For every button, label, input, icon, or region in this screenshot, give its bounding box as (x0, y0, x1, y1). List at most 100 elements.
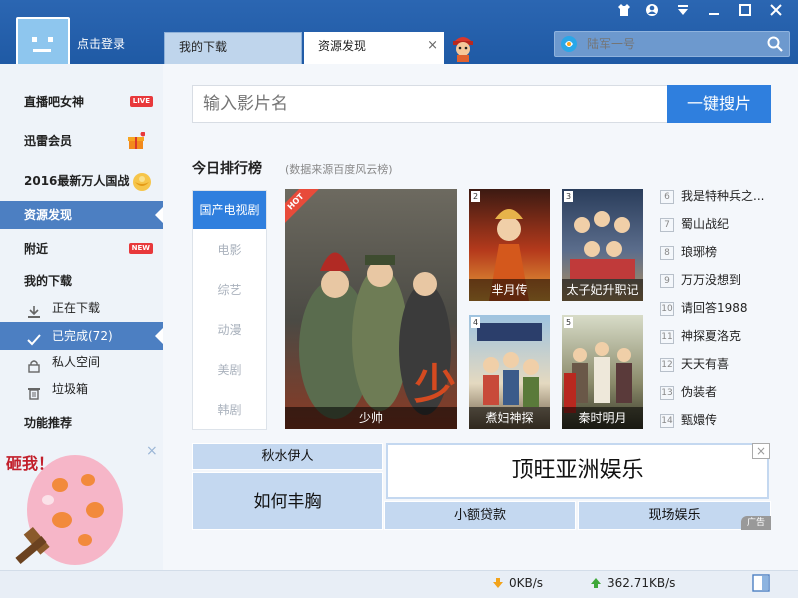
download-arrow-icon (590, 577, 602, 592)
ranking-item[interactable]: 13 伪装者 (660, 381, 780, 403)
ad-tag: 广告 (741, 516, 771, 530)
sidebar-item-label: 直播吧女神 (24, 95, 85, 109)
panel-toggle-icon[interactable] (752, 574, 770, 595)
ranking-item-title: 我是特种兵之... (681, 189, 765, 203)
sidebar-item-label: 迅雷会员 (24, 134, 73, 148)
sidebar-item-label: 正在下载 (52, 301, 101, 315)
sidebar-item-label: 已完成(72) (52, 329, 113, 343)
search-icon[interactable] (767, 36, 783, 52)
tab-close-icon[interactable]: × (427, 32, 438, 60)
maximize-icon[interactable] (735, 3, 755, 21)
rank-number: 11 (660, 329, 674, 344)
category-us-drama[interactable]: 美剧 (193, 351, 266, 389)
sidebar-item-completed[interactable]: 已完成(72) (0, 322, 163, 350)
tab-label: 我的下载 (179, 40, 228, 54)
sidebar-item-label: 私人空间 (52, 355, 101, 369)
mascot-icon[interactable] (450, 30, 476, 62)
ranking-title: 今日排行榜 (192, 161, 262, 177)
rank-number: 13 (660, 385, 674, 400)
ranking-item-title: 琅琊榜 (681, 245, 718, 259)
ad-link[interactable]: 小额贷款 (384, 501, 576, 530)
close-icon[interactable] (766, 3, 786, 21)
movie-search-input[interactable] (192, 85, 668, 123)
category-domestic-tv[interactable]: 国产电视剧 (193, 191, 266, 229)
avatar-eye (32, 37, 37, 42)
sidebar-item-label: 我的下载 (24, 274, 73, 288)
sidebar-item-nearby[interactable]: 附近 NEW (0, 235, 163, 263)
login-link[interactable]: 点击登录 (77, 35, 125, 52)
top-search-input[interactable] (587, 35, 757, 53)
poster-card[interactable]: 2 芈月传 (469, 189, 550, 301)
ranking-item-title: 神探夏洛克 (681, 329, 742, 343)
sidebar-item-trash[interactable]: 垃圾箱 (0, 375, 163, 403)
category-anime[interactable]: 动漫 (193, 311, 266, 349)
poster-card[interactable]: 4 煮妇神探 (469, 315, 550, 429)
trash-icon (27, 382, 41, 400)
ranking-item[interactable]: 10 请回答1988 (660, 297, 780, 319)
avatar[interactable] (16, 17, 70, 71)
ranking-item[interactable]: 6 我是特种兵之... (660, 185, 780, 207)
minimize-icon[interactable] (704, 3, 724, 21)
ranking-item-title: 甄嬛传 (681, 413, 718, 427)
rank-number: 10 (660, 301, 674, 316)
gift-icon (127, 131, 146, 160)
tab-label: 资源发现 (318, 39, 367, 53)
poster-title: 芈月传 (469, 279, 550, 301)
sidebar-item-my-downloads[interactable]: 我的下载 (0, 267, 163, 295)
top-search-box[interactable] (554, 31, 790, 57)
sidebar-item-downloading[interactable]: 正在下载 (0, 294, 163, 322)
poster-card[interactable]: 5 秦时明月 (562, 315, 643, 429)
poster-title: 秦时明月 (562, 407, 643, 429)
rank-number: 14 (660, 413, 674, 428)
ad-close-icon[interactable]: × (752, 443, 770, 459)
avatar-eye (48, 37, 53, 42)
avatar-mouth (33, 49, 51, 52)
sidebar-item-game[interactable]: 2016最新万人国战 (0, 167, 163, 195)
tab-my-downloads[interactable]: 我的下载 (164, 32, 302, 64)
rank-number: 12 (660, 357, 674, 372)
category-korean-drama[interactable]: 韩剧 (193, 391, 266, 429)
ad-banner[interactable]: 顶旺亚洲娱乐 (386, 443, 769, 499)
new-badge: NEW (128, 243, 153, 254)
ad-link[interactable]: 如何丰胸 (192, 472, 383, 530)
sidebar-item-label: 功能推荐 (24, 416, 73, 430)
shield-icon (559, 35, 579, 53)
quick-search-button[interactable]: 一键搜片 (667, 85, 771, 123)
promo-close-icon[interactable]: × (146, 443, 158, 459)
sidebar-item-label: 2016最新万人国战 (24, 174, 130, 188)
ranking-item-title: 请回答1988 (681, 301, 748, 315)
tab-resource-discovery[interactable]: 资源发现 × (304, 32, 444, 64)
poster-card[interactable]: 少 HOT 少帅 (285, 189, 457, 429)
category-variety[interactable]: 综艺 (193, 271, 266, 309)
poster-card[interactable]: 3 太子妃升职记 (562, 189, 643, 301)
ranking-item-title: 蜀山战纪 (681, 217, 730, 231)
ranking-item[interactable]: 9 万万没想到 (660, 269, 780, 291)
ranking-item[interactable]: 8 琅琊榜 (660, 241, 780, 263)
ranking-item[interactable]: 11 神探夏洛克 (660, 325, 780, 347)
category-list: 国产电视剧 电影 综艺 动漫 美剧 韩剧 (192, 190, 267, 430)
ranking-item[interactable]: 12 天天有喜 (660, 353, 780, 375)
account-icon[interactable] (642, 3, 662, 21)
sidebar-item-recommend[interactable]: 功能推荐 (0, 409, 163, 437)
sidebar-item-vip[interactable]: 迅雷会员 (0, 127, 163, 155)
shirt-icon[interactable] (614, 3, 634, 21)
rank-number: 2 (471, 191, 480, 202)
ranking-item[interactable]: 7 蜀山战纪 (660, 213, 780, 235)
category-movie[interactable]: 电影 (193, 231, 266, 269)
sidebar-item-live-girls[interactable]: 直播吧女神 LIVE (0, 88, 163, 116)
ranking-item[interactable]: 14 甄嬛传 (660, 409, 780, 431)
lock-icon (27, 355, 41, 373)
download-speed: 362.71KB/s (607, 576, 676, 590)
sidebar-item-resource-discovery[interactable]: 资源发现 (0, 201, 163, 229)
menu-icon[interactable] (673, 3, 693, 21)
poster-title: 太子妃升职记 (562, 279, 643, 301)
status-bar (0, 570, 798, 598)
upload-speed: 0KB/s (509, 576, 544, 590)
promo-text: 砸我！ (6, 454, 55, 473)
sidebar-item-private-space[interactable]: 私人空间 (0, 348, 163, 376)
poster-art: 少 (299, 252, 456, 419)
rank-number: 8 (660, 245, 674, 260)
ad-link[interactable]: 秋水伊人 (192, 443, 383, 470)
rank-number: 5 (564, 317, 573, 328)
poster-title: 少帅 (285, 407, 457, 429)
